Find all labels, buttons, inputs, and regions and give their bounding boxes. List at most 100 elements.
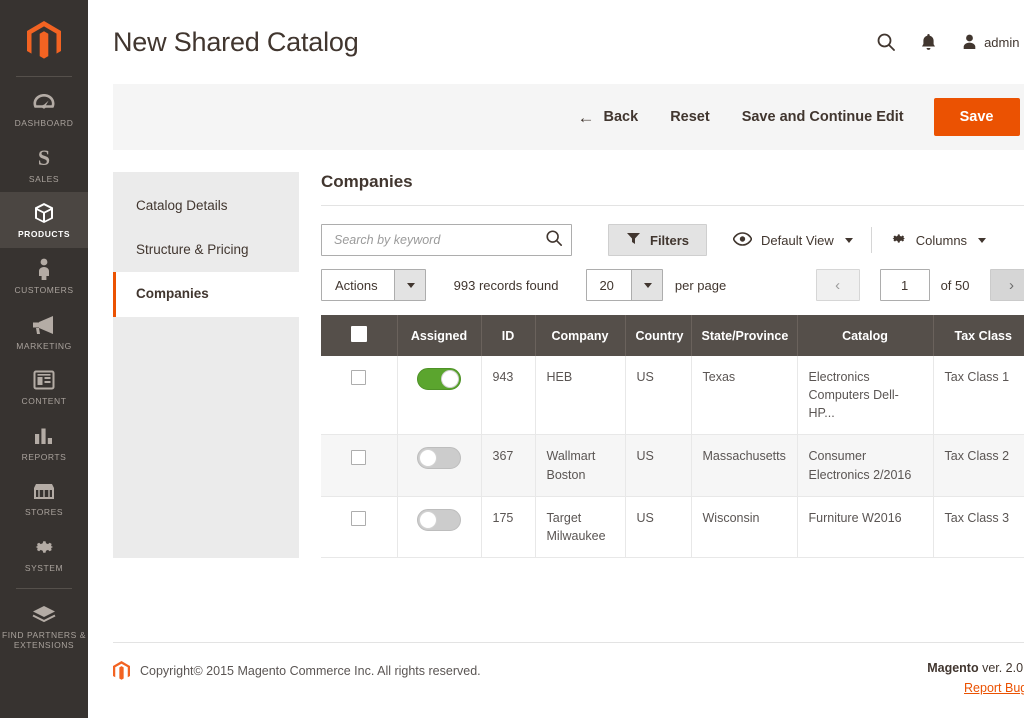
pager-row: Actions 993 records found 20 per page ‹ … <box>321 269 1024 301</box>
customers-person-icon <box>35 257 53 281</box>
sidebar-item-label: STORES <box>24 507 64 518</box>
chevron-down-icon <box>978 237 987 243</box>
products-box-icon <box>32 201 56 225</box>
eye-icon <box>732 231 753 249</box>
sidebar-item-system[interactable]: SYSTEM <box>0 526 88 582</box>
panel-divider <box>321 205 1024 206</box>
tab-structure-pricing[interactable]: Structure & Pricing <box>113 228 299 272</box>
sidebar-item-content[interactable]: CONTENT <box>0 359 88 415</box>
sidebar-item-stores[interactable]: STORES <box>0 470 88 526</box>
user-menu[interactable]: admin <box>961 33 1024 51</box>
sidebar-item-marketing[interactable]: MARKETING <box>0 304 88 360</box>
sidebar-item-label: REPORTS <box>21 451 67 462</box>
row-checkbox-cell[interactable] <box>321 434 398 497</box>
filters-button[interactable]: Filters <box>608 224 708 256</box>
column-header-id[interactable]: ID <box>481 315 536 356</box>
column-header-country[interactable]: Country <box>625 315 692 356</box>
actions-dropdown[interactable]: Actions <box>321 269 426 301</box>
back-button[interactable]: ← Back <box>578 101 655 134</box>
default-view-label: Default View <box>761 232 834 248</box>
gear-icon <box>890 230 907 250</box>
row-checkbox-cell[interactable] <box>321 496 398 558</box>
row-checkbox[interactable] <box>351 449 367 465</box>
chevron-down-icon <box>844 237 853 243</box>
row-tax-class: Tax Class 2 <box>933 434 1024 497</box>
version-block: Magento ver. 2.0.0 Report Bugs <box>927 661 1024 695</box>
sidebar-item-dashboard[interactable]: DASHBOARD <box>0 81 88 137</box>
table-header: Assigned ID Company Country State/Provin… <box>321 315 1024 356</box>
column-header-checkbox[interactable] <box>321 315 398 356</box>
back-button-label: Back <box>603 109 639 125</box>
partners-box-icon <box>31 602 57 626</box>
assigned-toggle[interactable] <box>417 447 461 470</box>
companies-panel: Companies Filters <box>299 172 1024 558</box>
save-and-continue-edit-button[interactable]: Save and Continue Edit <box>726 101 920 133</box>
funnel-icon <box>626 231 641 249</box>
sidebar-item-label: SYSTEM <box>24 563 64 573</box>
row-id: 943 <box>481 356 536 436</box>
table-row[interactable]: 175 Target Milwaukee US Wisconsin Furnit… <box>321 496 1024 558</box>
assigned-toggle[interactable] <box>417 508 461 531</box>
table-row[interactable]: 943 HEB US Texas Electronics Computers D… <box>321 356 1024 436</box>
save-button[interactable]: Save <box>933 98 1020 136</box>
page-number-input[interactable] <box>879 269 930 301</box>
column-header-company[interactable]: Company <box>535 315 626 356</box>
magento-admin-page: DASHBOARD S SALES PRODUCTS CUSTOMERS MAR… <box>0 0 1024 718</box>
search-icon[interactable] <box>876 32 896 52</box>
panel-title: Companies <box>321 172 413 191</box>
sidebar-item-products[interactable]: PRODUCTS <box>0 192 88 248</box>
tab-catalog-details[interactable]: Catalog Details <box>113 184 299 228</box>
row-checkbox-cell[interactable] <box>321 356 398 436</box>
row-checkbox[interactable] <box>351 510 367 526</box>
column-header-assigned[interactable]: Assigned <box>397 315 482 356</box>
actions-dropdown-label: Actions <box>335 277 378 293</box>
grid-toolbar: Filters Default View Co <box>321 224 1024 256</box>
sidebar-item-sales[interactable]: S SALES <box>0 137 88 193</box>
brand-name: Magento <box>927 661 979 675</box>
table-row[interactable]: 367 Wallmart Boston US Massachusetts Con… <box>321 434 1024 497</box>
row-company: Target Milwaukee <box>535 496 626 558</box>
sidebar-item-label: DASHBOARD <box>14 118 74 128</box>
sidebar-item-find-partners[interactable]: FIND PARTNERS & EXTENSIONS <box>0 593 88 659</box>
magento-logo[interactable] <box>0 12 88 70</box>
column-header-catalog[interactable]: Catalog <box>797 315 934 356</box>
row-checkbox[interactable] <box>351 370 367 386</box>
previous-page-button[interactable]: ‹ <box>815 269 860 301</box>
select-all-checkbox[interactable] <box>350 326 367 342</box>
assigned-toggle[interactable] <box>417 368 461 390</box>
sidebar-item-label: CONTENT <box>21 396 67 407</box>
reset-button[interactable]: Reset <box>654 101 726 133</box>
search-input[interactable] <box>334 233 545 247</box>
column-header-state[interactable]: State/Province <box>691 315 798 356</box>
row-assigned-cell[interactable] <box>397 434 482 497</box>
next-page-button[interactable]: › <box>989 269 1024 301</box>
search-icon[interactable] <box>545 229 563 252</box>
chevron-down-icon <box>393 270 425 300</box>
row-assigned-cell[interactable] <box>397 356 482 436</box>
column-header-tax-class[interactable]: Tax Class <box>933 315 1024 356</box>
per-page-dropdown[interactable]: 20 <box>586 269 663 301</box>
row-country: US <box>625 434 692 497</box>
row-assigned-cell[interactable] <box>397 496 482 558</box>
arrow-left-icon: ← <box>577 107 595 127</box>
row-id: 175 <box>481 496 536 558</box>
row-tax-class: Tax Class 3 <box>933 496 1024 558</box>
sidebar-item-reports[interactable]: REPORTS <box>0 415 88 471</box>
report-bugs-link[interactable]: Report Bugs <box>927 681 1024 695</box>
version-number: ver. 2.0.0 <box>982 661 1024 675</box>
sidebar-item-label: MARKETING <box>16 340 72 351</box>
search-box[interactable] <box>321 224 572 256</box>
bell-icon[interactable] <box>920 33 937 52</box>
sidebar-item-customers[interactable]: CUSTOMERS <box>0 248 88 304</box>
magento-logo-small-icon <box>113 661 130 680</box>
footer: Copyright© 2015 Magento Commerce Inc. Al… <box>113 642 1024 718</box>
copyright-text: Copyright© 2015 Magento Commerce Inc. Al… <box>140 664 481 678</box>
row-catalog: Furniture W2016 <box>797 496 934 558</box>
default-view-button[interactable]: Default View <box>732 231 853 249</box>
sidebar-divider-top <box>16 76 72 77</box>
sidebar-divider-bottom <box>16 587 72 589</box>
per-page-label: per page <box>674 277 727 293</box>
tab-companies[interactable]: Companies <box>113 272 300 317</box>
columns-button[interactable]: Columns <box>890 230 987 250</box>
reports-bars-icon <box>33 424 55 448</box>
